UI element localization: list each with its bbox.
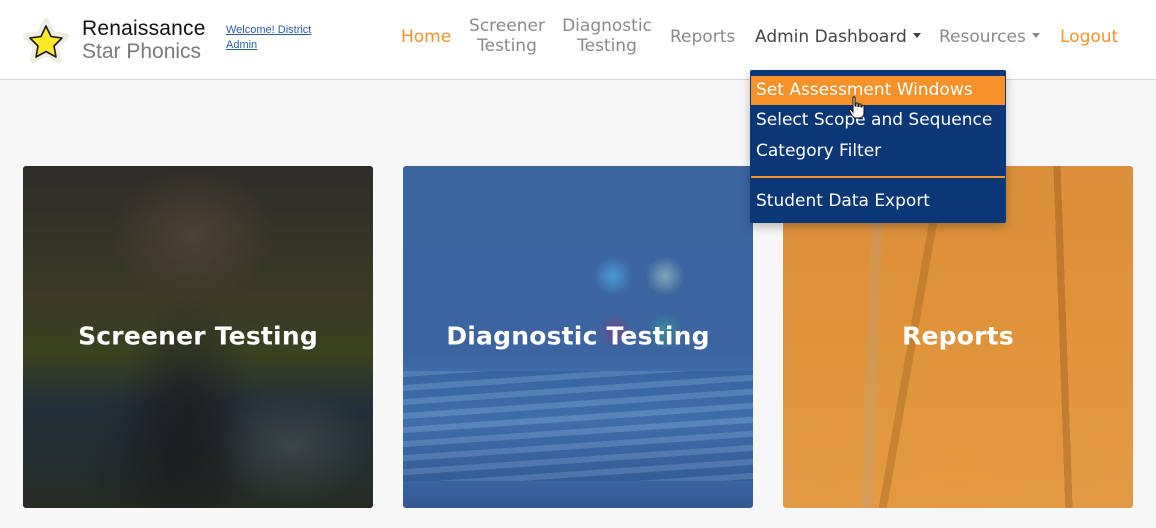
- nav-admin-dashboard-label: Admin Dashboard: [755, 27, 907, 47]
- tile-overlay: [403, 371, 753, 481]
- screener-testing-tile[interactable]: Screener Testing: [23, 166, 373, 508]
- nav-screener-line1: Screener: [469, 16, 545, 36]
- nav-diagnostic-line2: Testing: [577, 36, 637, 56]
- nav-admin-dashboard[interactable]: Admin Dashboard: [755, 27, 921, 47]
- menu-item-student-data-export[interactable]: Student Data Export: [751, 187, 1005, 216]
- caret-down-icon: [1031, 33, 1040, 38]
- menu-item-select-scope-and-sequence[interactable]: Select Scope and Sequence: [751, 106, 1005, 135]
- admin-dashboard-dropdown: Set Assessment Windows Select Scope and …: [750, 70, 1006, 223]
- nav-screener-line2: Testing: [477, 36, 537, 56]
- nav-logout[interactable]: Logout: [1060, 27, 1118, 47]
- tile-title: Diagnostic Testing: [446, 321, 710, 351]
- nav-diagnostic-line1: Diagnostic: [562, 16, 652, 36]
- menu-item-category-filter[interactable]: Category Filter: [751, 137, 1005, 166]
- diagnostic-testing-tile[interactable]: Diagnostic Testing: [403, 166, 753, 508]
- nav-screener-testing[interactable]: Screener Testing: [466, 16, 548, 56]
- nav-resources-label: Resources: [939, 27, 1026, 47]
- top-navbar: Renaissance Star Phonics Welcome! Distri…: [0, 0, 1156, 80]
- tile-title: Reports: [902, 321, 1014, 351]
- nav-home[interactable]: Home: [401, 27, 451, 47]
- caret-down-icon: [912, 33, 921, 38]
- welcome-user-link[interactable]: Welcome! District Admin: [226, 23, 336, 53]
- menu-item-set-assessment-windows[interactable]: Set Assessment Windows: [751, 76, 1005, 105]
- nav-reports[interactable]: Reports: [670, 27, 735, 47]
- tile-title: Screener Testing: [78, 321, 318, 351]
- nav-diagnostic-testing[interactable]: Diagnostic Testing: [561, 16, 653, 56]
- star-icon: [23, 18, 69, 63]
- hand-cursor-icon: [848, 96, 865, 119]
- product-name: Star Phonics: [82, 40, 202, 63]
- brand-logo[interactable]: Renaissance Star Phonics: [22, 18, 206, 66]
- nav-resources[interactable]: Resources: [939, 27, 1040, 47]
- brand-name: Renaissance: [82, 17, 206, 40]
- menu-divider: [751, 176, 1005, 178]
